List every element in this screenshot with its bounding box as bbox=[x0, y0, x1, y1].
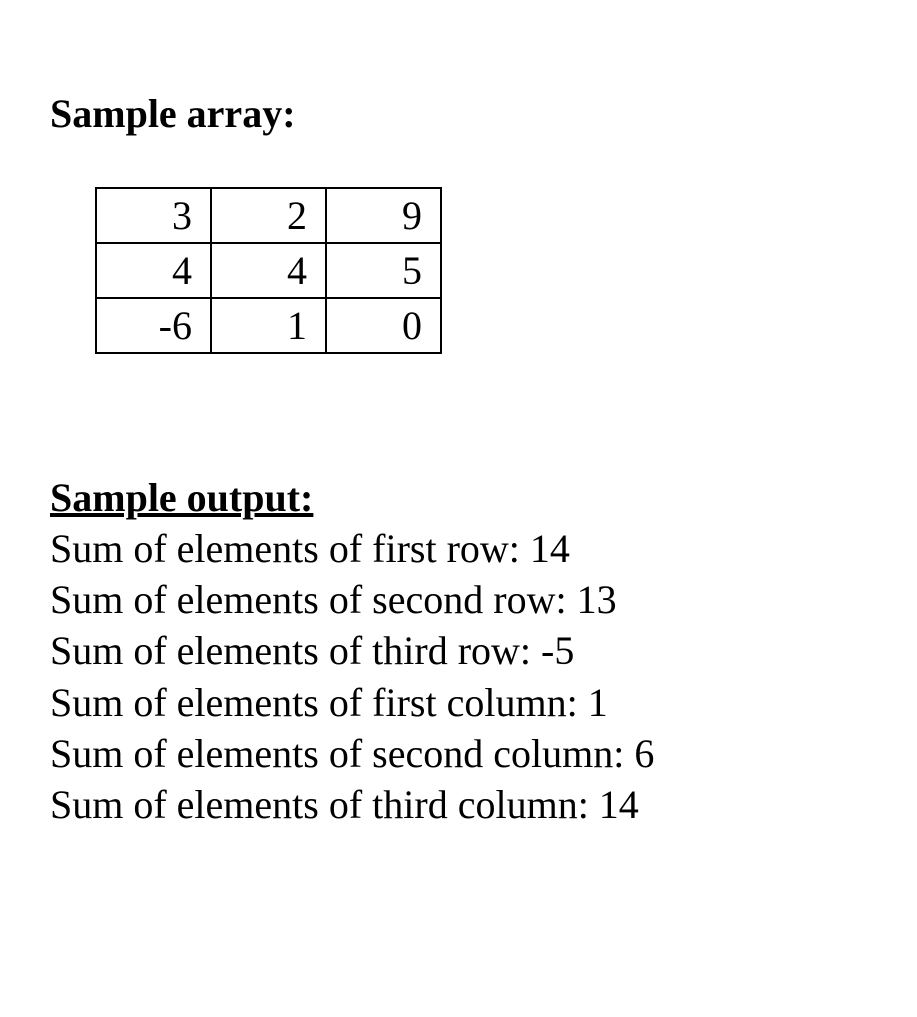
table-cell: 2 bbox=[211, 188, 326, 243]
output-line: Sum of elements of second row: 13 bbox=[50, 574, 867, 625]
table-cell: 1 bbox=[211, 298, 326, 353]
table-cell: 9 bbox=[326, 188, 441, 243]
output-line: Sum of elements of second column: 6 bbox=[50, 728, 867, 779]
table-cell: 3 bbox=[96, 188, 211, 243]
table-row: -6 1 0 bbox=[96, 298, 441, 353]
output-line: Sum of elements of first row: 14 bbox=[50, 523, 867, 574]
table-cell: 5 bbox=[326, 243, 441, 298]
sample-array-table: 3 2 9 4 4 5 -6 1 0 bbox=[95, 187, 442, 354]
table-row: 3 2 9 bbox=[96, 188, 441, 243]
output-line: Sum of elements of first column: 1 bbox=[50, 677, 867, 728]
sample-output-heading: Sample output: bbox=[50, 474, 867, 521]
table-cell: 0 bbox=[326, 298, 441, 353]
table-row: 4 4 5 bbox=[96, 243, 441, 298]
table-cell: 4 bbox=[96, 243, 211, 298]
sample-array-heading: Sample array: bbox=[50, 90, 867, 137]
output-line: Sum of elements of third row: -5 bbox=[50, 625, 867, 676]
output-line: Sum of elements of third column: 14 bbox=[50, 779, 867, 830]
table-cell: 4 bbox=[211, 243, 326, 298]
table-cell: -6 bbox=[96, 298, 211, 353]
